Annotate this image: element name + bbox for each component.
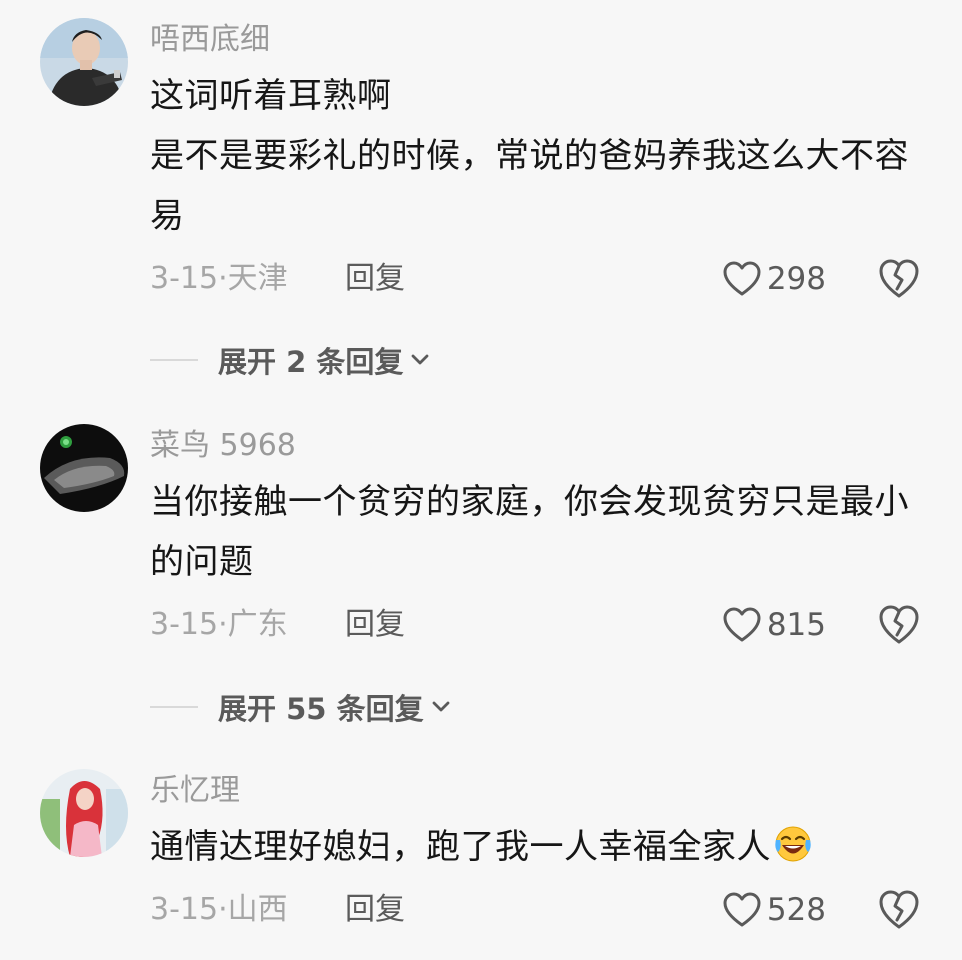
like-button[interactable]: 815 bbox=[723, 600, 826, 650]
comment-location: 山西 bbox=[227, 892, 288, 927]
comment-text: 这词听着耳熟啊 是不是要彩礼的时候，常说的爸妈养我这么大不容易 bbox=[150, 76, 909, 236]
comment-meta: 3-15·广东 bbox=[150, 600, 288, 650]
broken-heart-icon[interactable] bbox=[878, 257, 920, 301]
username[interactable]: 菜鸟 5968 bbox=[150, 424, 922, 468]
divider-line bbox=[150, 359, 198, 361]
comment-text: 通情达理好媳妇，跑了我一人幸福全家人 bbox=[150, 817, 922, 877]
chevron-down-icon bbox=[412, 354, 429, 365]
like-button[interactable]: 528 bbox=[723, 885, 826, 935]
comment-text: 当你接触一个贫穷的家庭，你会发现贫穷只是最小的问题 bbox=[150, 482, 909, 582]
avatar[interactable] bbox=[40, 769, 128, 857]
broken-heart-icon[interactable] bbox=[878, 888, 920, 932]
expand-replies-label: 展开 2 条回复 bbox=[218, 345, 404, 379]
meta-separator: · bbox=[218, 892, 228, 927]
divider-line bbox=[150, 706, 198, 708]
comment-date: 3-15 bbox=[150, 892, 219, 927]
reply-count: 55 bbox=[286, 692, 327, 726]
username[interactable]: 唔西底细 bbox=[150, 18, 922, 62]
like-button[interactable]: 298 bbox=[723, 254, 826, 304]
comment-meta: 3-15·天津 bbox=[150, 254, 288, 304]
reply-button[interactable]: 回复 bbox=[345, 600, 405, 650]
comment-list: 唔西底细 这词听着耳熟啊 是不是要彩礼的时候，常说的爸妈养我这么大不容易 3-1… bbox=[0, 0, 962, 960]
like-count: 815 bbox=[766, 607, 826, 643]
expand-replies-button[interactable]: 展开 55 条回复 bbox=[150, 685, 452, 729]
reply-count: 2 bbox=[286, 345, 307, 379]
username[interactable]: 乐忆理 bbox=[150, 769, 922, 813]
heart-outline-icon bbox=[723, 892, 761, 927]
comment-location: 广东 bbox=[227, 607, 288, 642]
meta-separator: · bbox=[218, 607, 228, 642]
broken-heart-icon[interactable] bbox=[878, 603, 920, 647]
laughing-crying-emoji-icon bbox=[775, 826, 811, 862]
reply-button[interactable]: 回复 bbox=[345, 885, 405, 935]
comment-meta-row: 3-15·山西 回复 528 bbox=[150, 885, 922, 935]
heart-outline-icon bbox=[723, 607, 761, 642]
meta-separator: · bbox=[218, 261, 228, 296]
comment-date: 3-15 bbox=[150, 607, 219, 642]
reply-button[interactable]: 回复 bbox=[345, 254, 405, 304]
expand-replies-button[interactable]: 展开 2 条回复 bbox=[150, 338, 431, 382]
comment-meta-row: 3-15·广东 回复 815 bbox=[150, 600, 922, 650]
like-count: 298 bbox=[766, 261, 826, 297]
heart-outline-icon bbox=[723, 261, 761, 296]
comment-meta-row: 3-15·天津 回复 298 bbox=[150, 254, 922, 304]
avatar[interactable] bbox=[40, 424, 128, 512]
comment-location: 天津 bbox=[227, 261, 288, 296]
expand-replies-label: 展开 55 条回复 bbox=[218, 692, 424, 726]
chevron-down-icon bbox=[432, 701, 449, 712]
avatar[interactable] bbox=[40, 18, 128, 106]
like-count: 528 bbox=[766, 892, 826, 928]
comment-meta: 3-15·山西 bbox=[150, 885, 288, 935]
comment-date: 3-15 bbox=[150, 261, 219, 296]
